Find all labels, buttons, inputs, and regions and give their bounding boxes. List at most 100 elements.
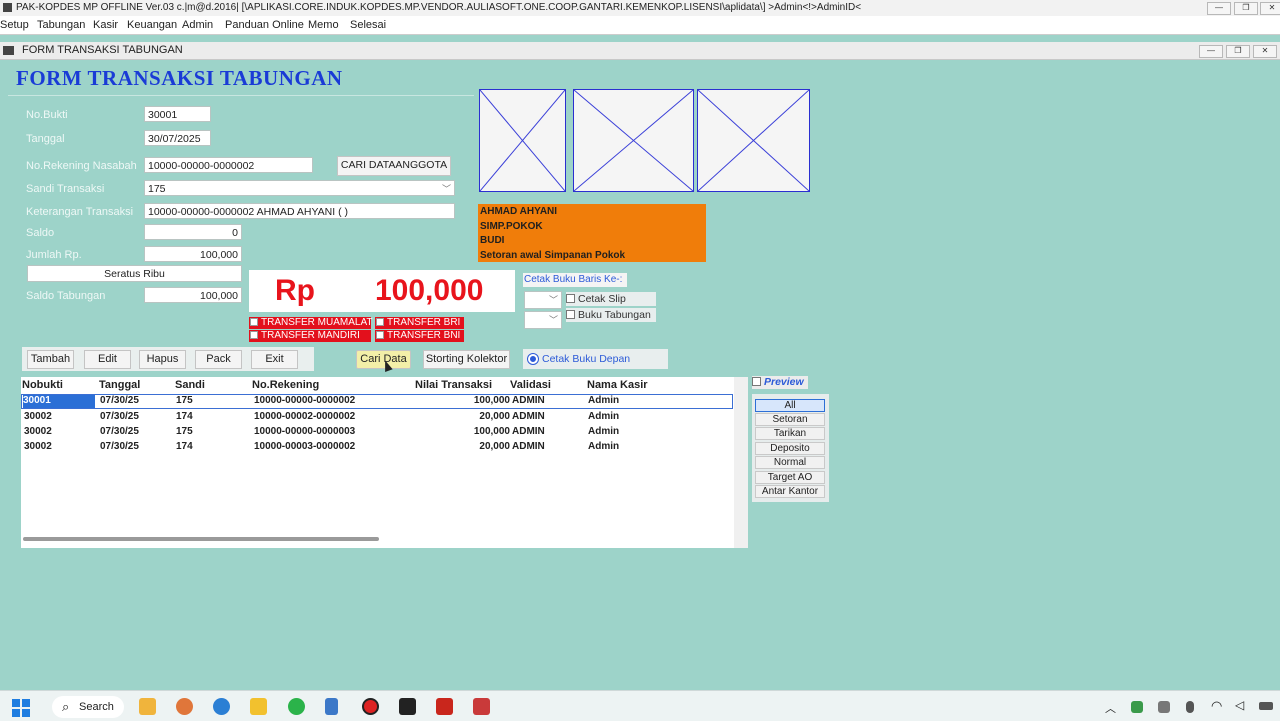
chevron-down-icon[interactable]: ﹀ <box>442 181 451 195</box>
terbilang-field: Seratus Ribu <box>27 265 242 282</box>
maximize-button[interactable]: ❐ <box>1234 2 1258 15</box>
taskbar: ⌕ Search ︿ ◠ ◁ <box>0 690 1280 721</box>
filter-antar-kantor-button[interactable]: Antar Kantor <box>755 485 825 498</box>
cetak-buku-depan-label: Cetak Buku Depan <box>542 353 631 365</box>
cell-nobukti: 30001 <box>23 395 95 408</box>
app-icon-yellow[interactable] <box>250 698 267 715</box>
cell-no-rekening: 10000-00000-0000003 <box>254 426 356 437</box>
edit-button[interactable]: Edit <box>84 350 131 369</box>
tray-chevron-up-icon[interactable]: ︿ <box>1105 700 1116 716</box>
edge-icon[interactable] <box>213 698 230 715</box>
chevron-down-icon[interactable]: ﹀ <box>549 312 558 328</box>
file-explorer-icon[interactable] <box>139 698 156 715</box>
baris-select-1[interactable]: ﹀ <box>524 291 562 309</box>
network-status-icon[interactable] <box>1158 701 1170 713</box>
taskbar-search[interactable]: ⌕ Search <box>52 696 124 718</box>
transfer-bni-checkbox[interactable]: TRANSFER BNI <box>375 330 464 342</box>
column-header-tanggal[interactable]: Tanggal <box>99 379 140 391</box>
table-row[interactable]: 30002 07/30/25 174 10000-00003-0000002 2… <box>21 440 748 455</box>
minimize-button[interactable]: — <box>1207 2 1231 15</box>
no-rekening-field[interactable]: 10000-00000-0000002 <box>144 157 313 173</box>
capcut-icon[interactable] <box>399 698 416 715</box>
column-header-sandi[interactable]: Sandi <box>175 379 205 391</box>
table-row[interactable]: 30001 07/30/25 175 10000-00000-0000002 1… <box>21 394 733 409</box>
saldo-field: 0 <box>144 224 242 240</box>
battery-icon[interactable] <box>1259 702 1273 710</box>
microphone-icon[interactable] <box>1186 701 1194 713</box>
keterangan-field[interactable]: 10000-00000-0000002 AHMAD AHYANI ( ) <box>144 203 455 219</box>
filter-deposito-button[interactable]: Deposito <box>755 442 825 455</box>
no-bukti-field[interactable]: 30001 <box>144 106 211 122</box>
sandi-label: Sandi Transaksi <box>26 183 105 195</box>
pack-button[interactable]: Pack <box>195 350 242 369</box>
no-bukti-label: No.Bukti <box>26 109 68 121</box>
filter-tarikan-button[interactable]: Tarikan <box>755 427 825 440</box>
menu-setup[interactable]: Setup <box>0 16 29 34</box>
cell-sandi: 175 <box>176 426 193 437</box>
whatsapp-icon[interactable] <box>288 698 305 715</box>
saldo-label: Saldo <box>26 227 55 239</box>
sandi-select[interactable]: 175 ﹀ <box>144 180 455 196</box>
column-header-nama-kasir[interactable]: Nama Kasir <box>587 379 648 391</box>
filter-all-button[interactable]: All <box>755 399 825 412</box>
volume-icon[interactable]: ◁ <box>1235 698 1244 712</box>
column-header-validasi[interactable]: Validasi <box>510 379 551 391</box>
exit-button[interactable]: Exit <box>251 350 298 369</box>
windows-start-icon[interactable] <box>12 699 30 717</box>
storting-kolektor-button[interactable]: Storting Kolektor <box>423 350 510 369</box>
cetak-buku-depan-radio[interactable]: Cetak Buku Depan <box>523 349 668 369</box>
wifi-icon[interactable]: ◠ <box>1211 698 1222 714</box>
preview-checkbox[interactable]: Preview <box>752 376 808 389</box>
transfer-muamalat-checkbox[interactable]: TRANSFER MUAMALAT <box>249 317 373 329</box>
column-header-nilai-transaksi[interactable]: Nilai Transaksi <box>415 379 492 391</box>
notepad-icon[interactable] <box>325 698 338 715</box>
cari-anggota-button[interactable]: CARI DATAANGGOTA <box>337 156 451 176</box>
kopdes-app-icon[interactable] <box>473 698 490 715</box>
buku-tabungan-checkbox[interactable]: Buku Tabungan <box>566 308 656 322</box>
tanggal-field[interactable]: 30/07/2025 <box>144 130 211 146</box>
chevron-down-icon[interactable]: ﹀ <box>549 292 558 308</box>
column-header-nobukti[interactable]: Nobukti <box>22 379 63 391</box>
menu-admin[interactable]: Admin <box>182 16 213 34</box>
cell-sandi: 174 <box>176 411 193 422</box>
child-maximize-button[interactable]: ❐ <box>1226 45 1250 58</box>
checkbox-icon <box>566 294 575 303</box>
close-button[interactable]: ✕ <box>1260 2 1280 15</box>
menu-keuangan[interactable]: Keuangan <box>127 16 177 34</box>
table-row[interactable]: 30002 07/30/25 175 10000-00000-0000003 1… <box>21 425 748 440</box>
transfer-mandiri-label: TRANSFER MANDIRI <box>261 330 360 341</box>
cell-validasi: ADMIN <box>512 441 545 452</box>
pdf-icon[interactable] <box>436 698 453 715</box>
filter-target-ao-button[interactable]: Target AO <box>755 471 825 484</box>
menu-tabungan[interactable]: Tabungan <box>37 16 85 34</box>
menu-panduan-online[interactable]: Panduan Online <box>225 16 304 34</box>
child-close-button[interactable]: ✕ <box>1253 45 1277 58</box>
record-icon[interactable] <box>362 698 379 715</box>
drive-icon[interactable] <box>1131 701 1143 713</box>
menu-memo[interactable]: Memo <box>308 16 339 34</box>
transfer-mandiri-checkbox[interactable]: TRANSFER MANDIRI <box>249 330 371 342</box>
filter-normal-button[interactable]: Normal <box>755 456 825 469</box>
hapus-button[interactable]: Hapus <box>139 350 186 369</box>
menu-kasir[interactable]: Kasir <box>93 16 118 34</box>
cell-validasi: ADMIN <box>512 426 545 437</box>
tambah-button[interactable]: Tambah <box>27 350 74 369</box>
column-header-no-rekening[interactable]: No.Rekening <box>252 379 319 391</box>
cetak-slip-checkbox[interactable]: Cetak Slip <box>566 292 656 306</box>
photo-placeholder-1 <box>479 89 566 192</box>
member-product: SIMP.POKOK <box>480 220 543 232</box>
transfer-bri-checkbox[interactable]: TRANSFER BRI <box>375 317 464 329</box>
baris-select-2[interactable]: ﹀ <box>524 311 562 329</box>
grid-vertical-scrollbar[interactable] <box>734 377 748 548</box>
table-row[interactable]: 30002 07/30/25 174 10000-00002-0000002 2… <box>21 410 748 425</box>
filter-setoran-button[interactable]: Setoran <box>755 413 825 426</box>
grid-horizontal-scrollbar[interactable] <box>23 537 379 541</box>
jumlah-field[interactable]: 100,000 <box>144 246 242 262</box>
browser-icon[interactable] <box>176 698 193 715</box>
child-minimize-button[interactable]: — <box>1199 45 1223 58</box>
menu-selesai[interactable]: Selesai <box>350 16 386 34</box>
cell-no-rekening: 10000-00000-0000002 <box>254 395 356 406</box>
sandi-select-value: 175 <box>148 183 166 195</box>
cell-no-rekening: 10000-00003-0000002 <box>254 441 356 452</box>
transaction-grid[interactable]: Nobukti Tanggal Sandi No.Rekening Nilai … <box>21 377 748 548</box>
